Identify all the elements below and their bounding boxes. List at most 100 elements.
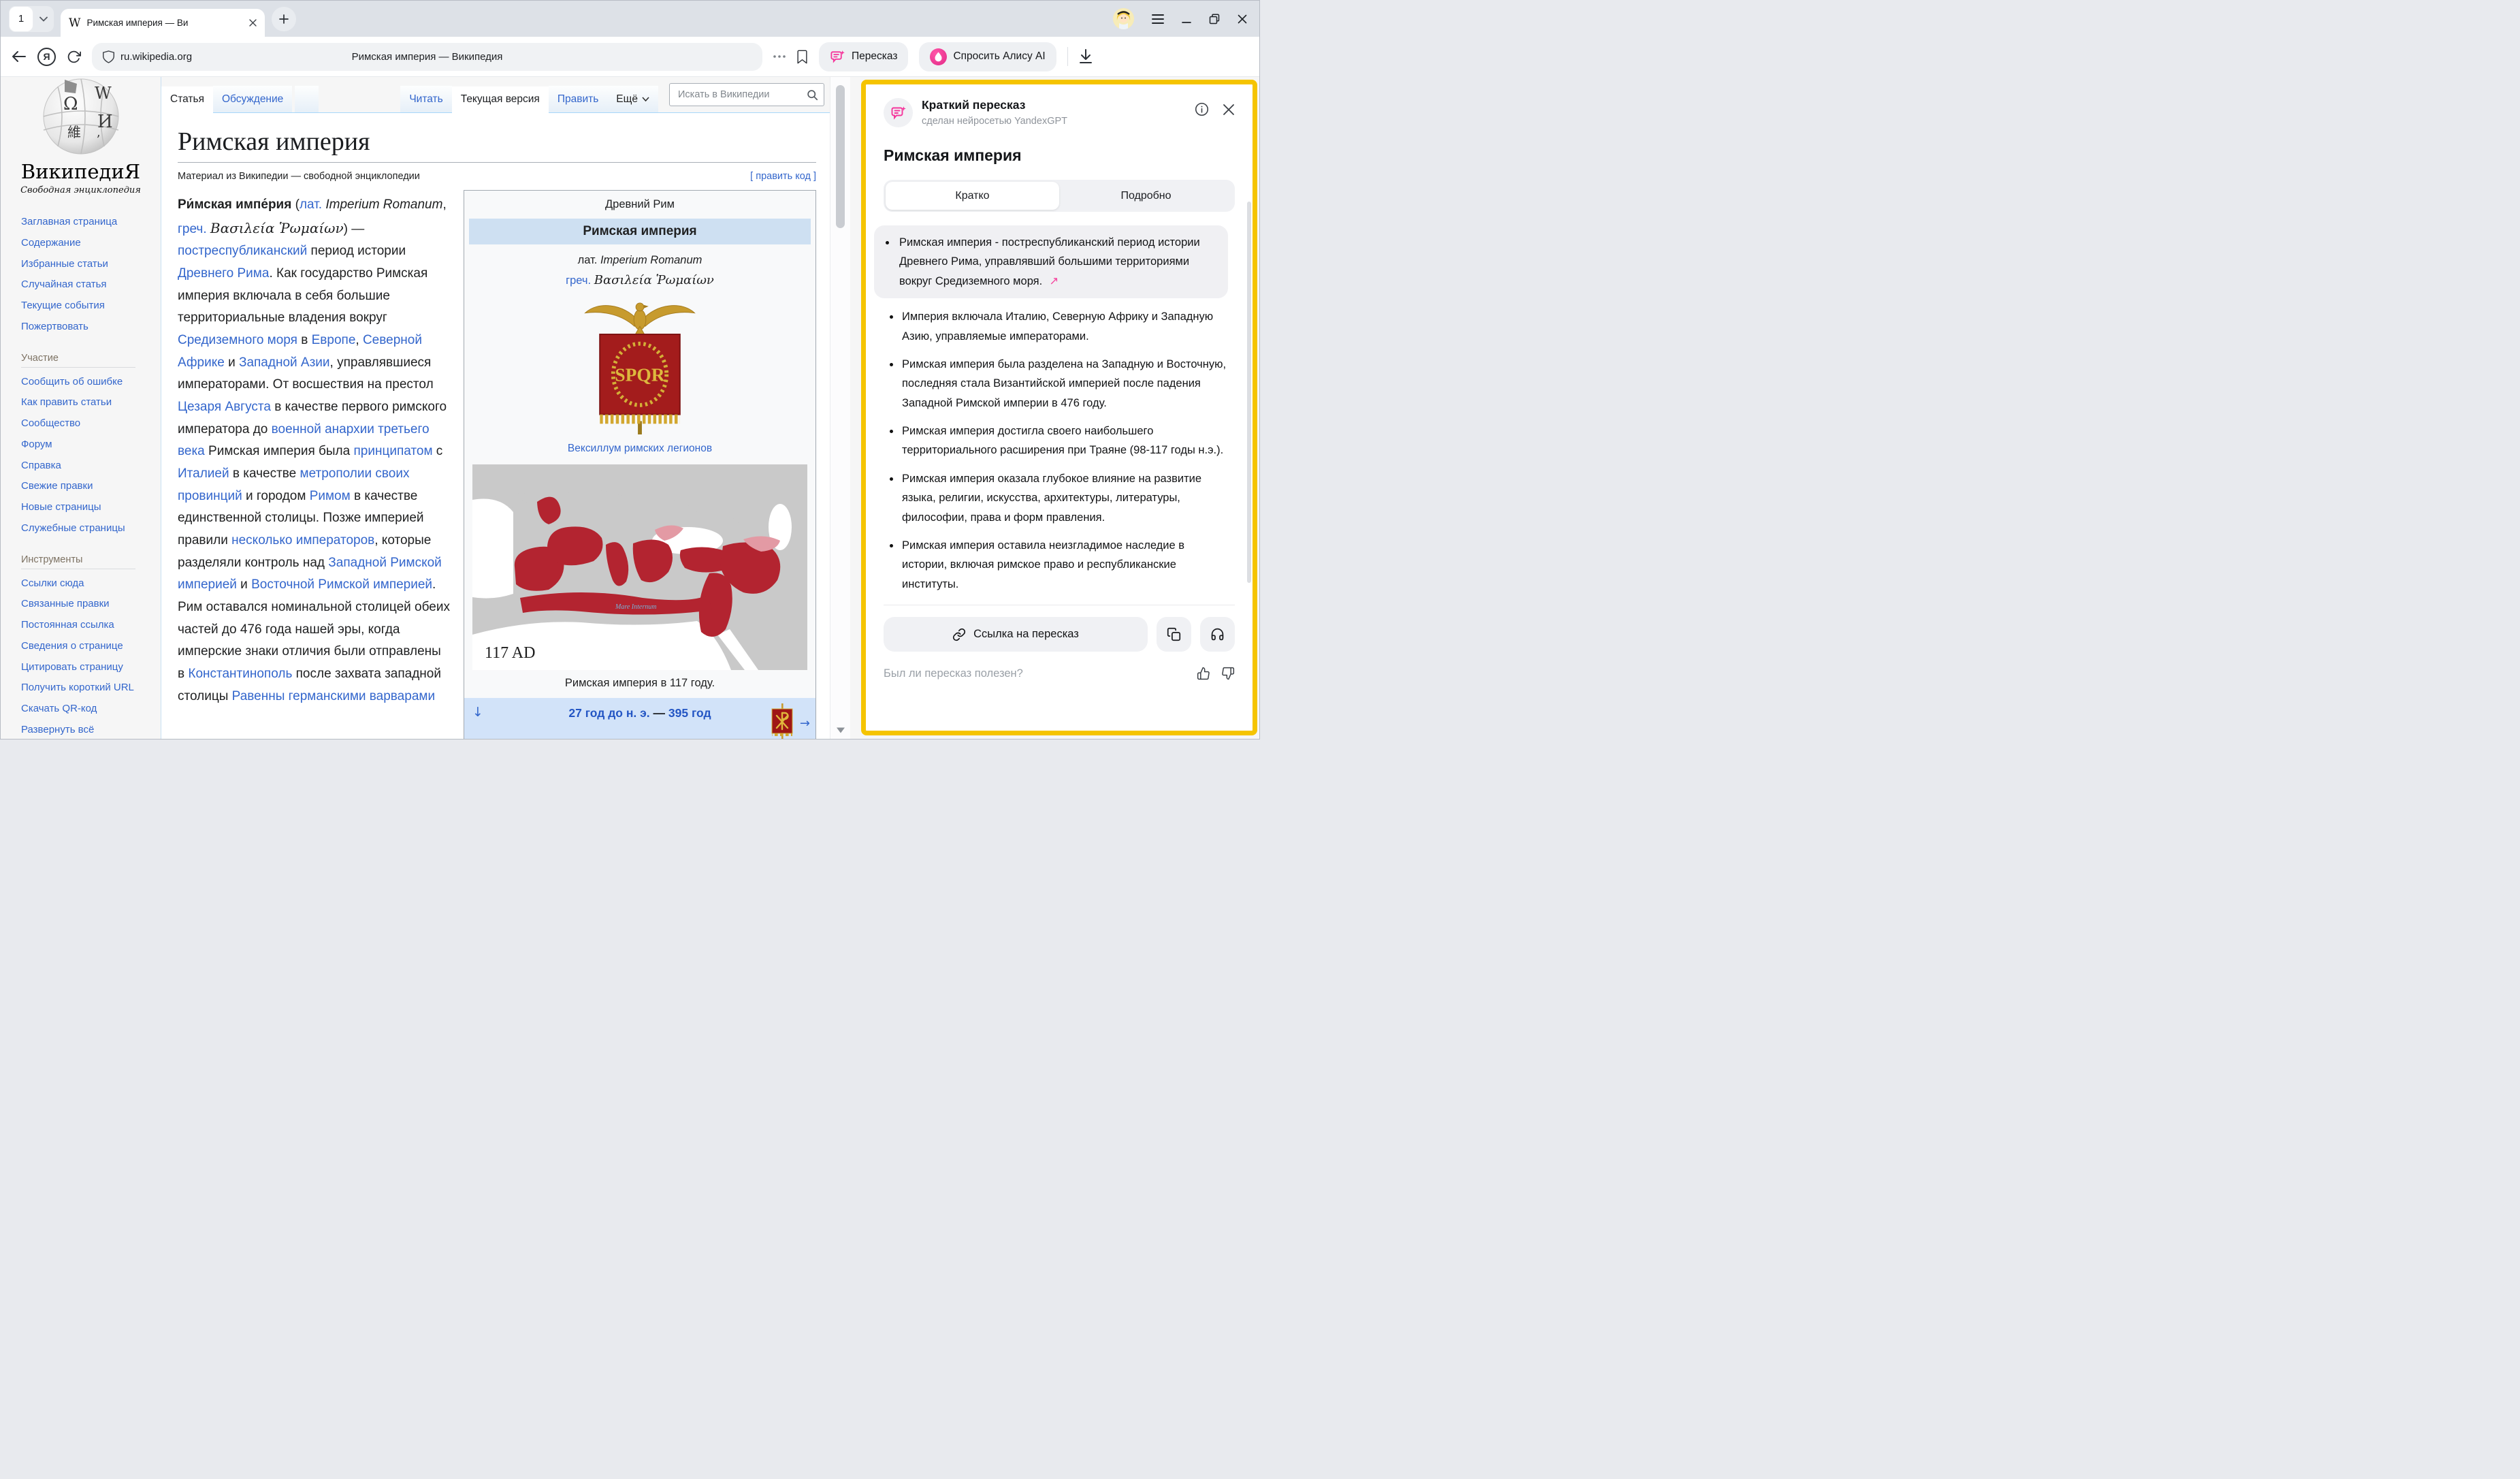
vexillum-image[interactable]: SPQR bbox=[464, 297, 815, 439]
edit-code-link[interactable]: [ править код ] bbox=[750, 171, 816, 182]
chevron-down-icon[interactable] bbox=[33, 16, 54, 22]
sidebar-nav-link[interactable]: Пожертвовать bbox=[21, 321, 161, 334]
svg-text:И: И bbox=[97, 112, 113, 132]
sidebar-participation-link[interactable]: Справка bbox=[21, 460, 161, 473]
copy-text-button[interactable] bbox=[1157, 617, 1191, 652]
close-button[interactable] bbox=[1238, 14, 1247, 24]
sidebar-participation-link[interactable]: Служебные страницы bbox=[21, 522, 161, 535]
more-icon[interactable] bbox=[773, 55, 786, 58]
article-text: Римская империя была bbox=[205, 444, 354, 458]
wiki-search[interactable] bbox=[669, 83, 824, 106]
sidebar-nav-link[interactable]: Содержание bbox=[21, 237, 161, 250]
article-link[interactable]: Римом bbox=[310, 489, 351, 503]
tab-group-button[interactable]: 1 bbox=[9, 6, 54, 32]
successor-flag-labarum[interactable]: → bbox=[769, 703, 810, 740]
wiki-sidebar: Ω W И 維 ʼ ВикипедиЯ Свободная энциклопед… bbox=[1, 77, 161, 740]
article-link[interactable]: Италией bbox=[178, 466, 229, 481]
panel-scrollbar-thumb[interactable] bbox=[1247, 202, 1251, 583]
summary-bullet: Римская империя оказала глубокое влияние… bbox=[884, 469, 1228, 527]
scrollbar-thumb[interactable] bbox=[836, 85, 845, 228]
wiki-tab-читать[interactable]: Читать bbox=[400, 86, 451, 112]
summary-bullet: Римская империя была разделена на Западн… bbox=[884, 355, 1228, 413]
shield-icon[interactable] bbox=[103, 50, 114, 63]
sidebar-tools-link[interactable]: Сведения о странице bbox=[21, 640, 161, 653]
article-lead: Ри́мская импе́рия (лат. Imperium Romanum… bbox=[178, 194, 481, 707]
browser-tab[interactable]: W Римская империя — Ви bbox=[61, 9, 265, 37]
article-link[interactable]: Европе bbox=[312, 333, 356, 347]
article-link[interactable]: Цезаря Августа bbox=[178, 400, 271, 414]
tab-detailed[interactable]: Подробно bbox=[1059, 182, 1233, 210]
sidebar-nav-link[interactable]: Текущие события bbox=[21, 300, 161, 313]
sidebar-participation-link[interactable]: Свежие правки bbox=[21, 480, 161, 493]
sidebar-nav-link[interactable]: Избранные статьи bbox=[21, 258, 161, 271]
article-link[interactable]: Восточной Римской империей bbox=[251, 577, 432, 592]
yandex-button[interactable]: Я bbox=[37, 48, 56, 66]
wiki-tab-ещё[interactable]: Ещё bbox=[607, 86, 658, 112]
listen-button[interactable] bbox=[1200, 617, 1235, 652]
wiki-tab-обсуждение[interactable]: Обсуждение bbox=[213, 86, 292, 112]
search-input[interactable] bbox=[677, 89, 807, 101]
bookmark-icon[interactable] bbox=[796, 50, 808, 64]
sidebar-nav-link[interactable]: Случайная статья bbox=[21, 279, 161, 291]
thumbs-down-icon[interactable] bbox=[1221, 667, 1235, 680]
refresh-button[interactable] bbox=[67, 50, 81, 64]
article-link[interactable]: Средиземного моря bbox=[178, 333, 297, 347]
address-bar[interactable]: ru.wikipedia.org Римская империя — Викип… bbox=[92, 43, 762, 71]
avatar[interactable] bbox=[1113, 8, 1134, 29]
article-text: Βασιλεία Ῥωμαίων bbox=[210, 220, 344, 236]
new-tab-button[interactable] bbox=[272, 7, 296, 31]
tab-brief[interactable]: Кратко bbox=[886, 182, 1059, 210]
sidebar-participation-link[interactable]: Форум bbox=[21, 439, 161, 451]
sidebar-tools-link[interactable]: Цитировать страницу bbox=[21, 661, 161, 674]
sidebar-tools-link[interactable]: Постоянная ссылка bbox=[21, 619, 161, 632]
thumbs-up-icon[interactable] bbox=[1197, 667, 1210, 680]
sidebar-nav-link[interactable]: Заглавная страница bbox=[21, 216, 161, 229]
download-icon[interactable] bbox=[1079, 49, 1093, 64]
article-link[interactable]: несколько императоров bbox=[231, 533, 374, 547]
sidebar-participation-link[interactable]: Как править статьи bbox=[21, 396, 161, 409]
sidebar-participation-link[interactable]: Сообщество bbox=[21, 417, 161, 430]
summary-button[interactable]: Пересказ bbox=[819, 42, 908, 71]
article-link[interactable]: лат. bbox=[300, 197, 322, 212]
minimize-button[interactable] bbox=[1182, 14, 1191, 24]
article-link[interactable]: постреспубликанский bbox=[178, 244, 307, 258]
sidebar-tools-link[interactable]: Развернуть всё bbox=[21, 724, 161, 737]
search-icon[interactable] bbox=[807, 89, 818, 101]
sidebar-tools-link[interactable]: Получить короткий URL bbox=[21, 682, 161, 695]
wiki-tab-статья[interactable]: Статья bbox=[161, 86, 213, 113]
wiki-tabs: СтатьяОбсуждение ЧитатьТекущая версияПра… bbox=[161, 77, 830, 113]
sidebar-tools-link[interactable]: Ссылки сюда bbox=[21, 577, 161, 590]
menu-button[interactable] bbox=[1152, 14, 1164, 24]
info-icon[interactable] bbox=[1195, 102, 1209, 116]
vexillum-caption[interactable]: Вексиллум римских легионов bbox=[464, 443, 815, 455]
wiki-tab-текущая-версия[interactable]: Текущая версия bbox=[452, 86, 549, 113]
back-button[interactable] bbox=[12, 50, 27, 63]
wikipedia-logo[interactable]: Ω W И 維 ʼ ВикипедиЯ Свободная энциклопед… bbox=[20, 78, 142, 195]
sidebar-participation-link[interactable]: Новые страницы bbox=[21, 501, 161, 514]
tab-close-icon[interactable] bbox=[249, 19, 257, 27]
nav-right-icon[interactable]: → bbox=[800, 716, 810, 731]
wiki-scrollbar[interactable] bbox=[830, 77, 850, 740]
wiki-tab-править[interactable]: Править bbox=[549, 86, 607, 112]
article-link[interactable]: Равенны bbox=[232, 689, 285, 703]
article-link[interactable]: Древнего Рима bbox=[178, 266, 269, 281]
restore-button[interactable] bbox=[1209, 14, 1220, 25]
article-link[interactable]: Константинополь bbox=[188, 667, 292, 681]
panel-close-icon[interactable] bbox=[1223, 102, 1235, 116]
scroll-down-icon[interactable] bbox=[836, 727, 845, 733]
nav-down-icon[interactable]: ↓ bbox=[472, 705, 483, 720]
article-link[interactable]: Западной Азии bbox=[239, 355, 330, 370]
toolbar-divider bbox=[1067, 47, 1068, 66]
alice-button[interactable]: Спросить Алису AI bbox=[919, 42, 1056, 71]
list-item: Текущие события bbox=[21, 300, 161, 313]
article-link[interactable]: принципатом bbox=[354, 444, 433, 458]
sidebar-participation-link[interactable]: Сообщить об ошибке bbox=[21, 376, 161, 389]
sidebar-tools-link[interactable]: Скачать QR-код bbox=[21, 703, 161, 716]
source-link-arrow-icon[interactable]: ↗ bbox=[1046, 274, 1059, 287]
copy-link-button[interactable]: Ссылка на пересказ bbox=[884, 617, 1148, 652]
sidebar-tools-link[interactable]: Связанные правки bbox=[21, 598, 161, 611]
article-link[interactable]: греч. bbox=[178, 222, 207, 236]
article-link[interactable]: германскими варварами bbox=[289, 689, 435, 703]
empire-map-image[interactable]: 117 AD Mare Internum bbox=[464, 464, 815, 670]
period-link[interactable]: 27 год до н. э. — 395 год bbox=[568, 706, 711, 720]
